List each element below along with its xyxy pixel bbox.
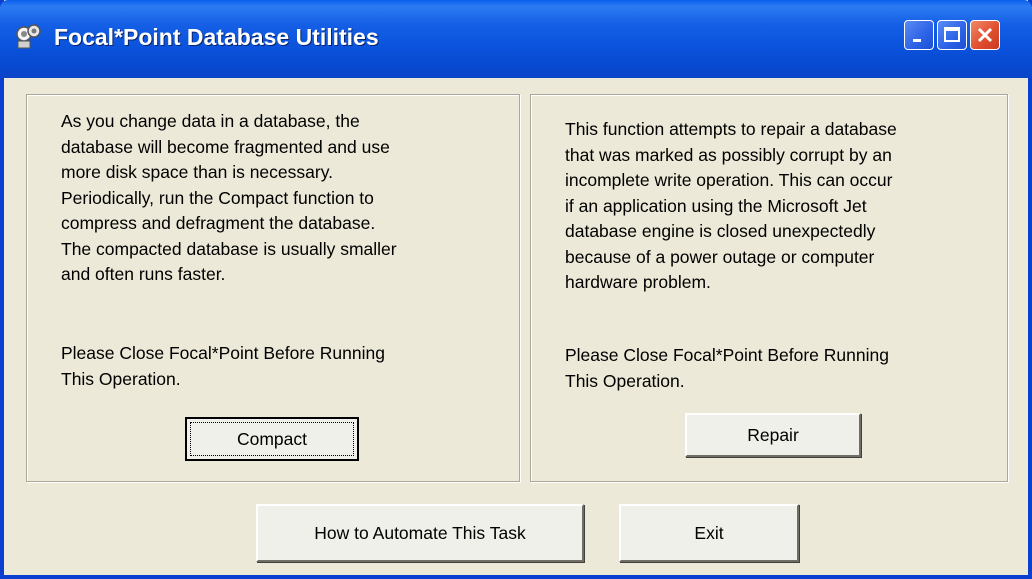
minimize-button[interactable] xyxy=(904,20,934,50)
repair-panel: This function attempts to repair a datab… xyxy=(530,94,1008,482)
minimize-icon xyxy=(913,39,921,42)
compact-description: As you change data in a database, the da… xyxy=(61,111,397,284)
compact-button-label: Compact xyxy=(236,428,308,449)
how-to-automate-label: How to Automate This Task xyxy=(314,522,526,543)
compact-close-note: Please Close Focal*Point Before Running … xyxy=(61,343,385,389)
close-button[interactable] xyxy=(970,20,1000,50)
how-to-automate-button[interactable]: How to Automate This Task xyxy=(256,504,584,562)
window-title: Focal*Point Database Utilities xyxy=(54,24,379,50)
repair-button-label: Repair xyxy=(747,424,799,445)
repair-close-note: Please Close Focal*Point Before Running … xyxy=(565,345,889,391)
close-icon xyxy=(977,27,993,43)
exit-button[interactable]: Exit xyxy=(619,504,799,562)
dialog-window: Focal*Point Database Utilities As you ch… xyxy=(0,0,1032,579)
repair-description: This function attempts to repair a datab… xyxy=(565,119,897,292)
compact-button[interactable]: Compact xyxy=(185,417,359,461)
repair-button[interactable]: Repair xyxy=(685,413,861,457)
maximize-icon xyxy=(944,27,960,42)
title-bar[interactable]: Focal*Point Database Utilities xyxy=(0,0,1032,78)
exit-button-label: Exit xyxy=(694,522,724,543)
database-utilities-icon xyxy=(14,22,44,52)
compact-panel: As you change data in a database, the da… xyxy=(26,94,520,482)
maximize-button[interactable] xyxy=(937,20,967,50)
